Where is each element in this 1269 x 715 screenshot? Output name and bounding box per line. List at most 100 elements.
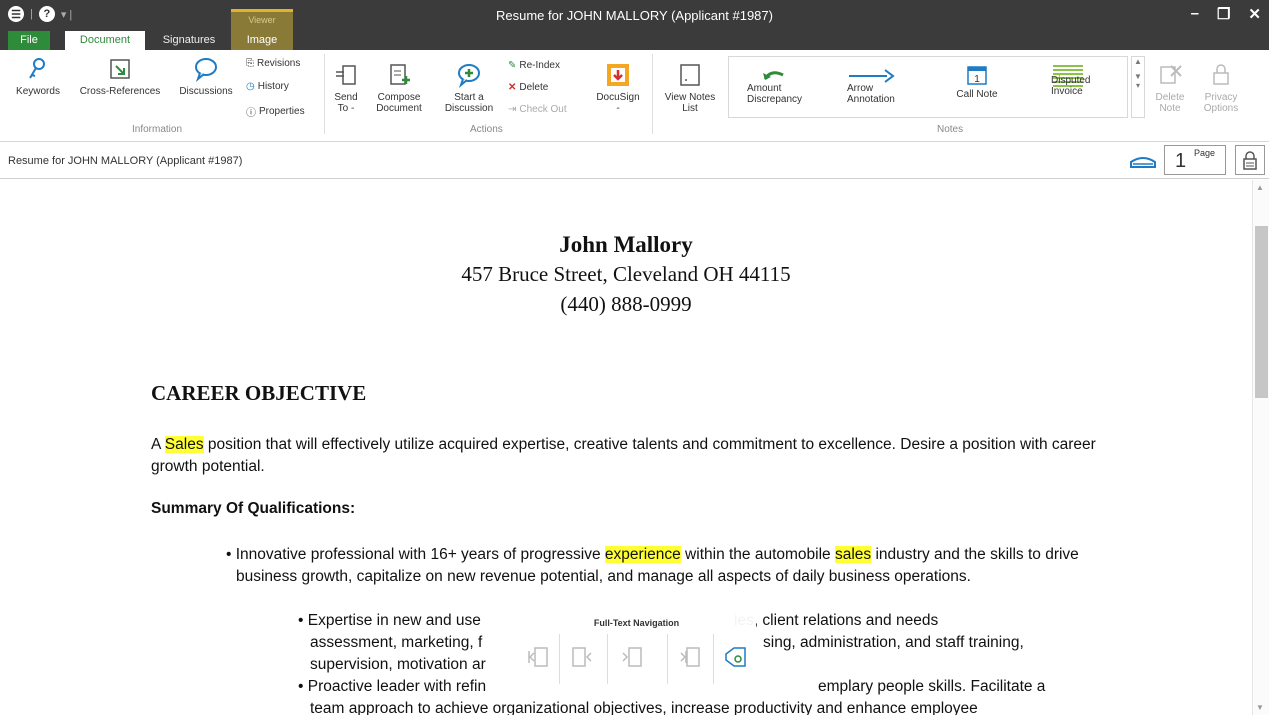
- docusign-dropdown[interactable]: -: [616, 103, 619, 114]
- arrow-annotation-label-2: Annotation: [847, 94, 895, 105]
- previous-hit-icon: [572, 647, 592, 667]
- tab-document[interactable]: Document: [65, 31, 145, 50]
- clock-icon: ◷: [246, 81, 255, 92]
- gallery-down-icon[interactable]: ▼: [1132, 72, 1144, 81]
- discussions-button[interactable]: Discussions: [174, 56, 238, 97]
- disputed-invoice-label-1: Disputed: [1051, 75, 1091, 86]
- close-button[interactable]: ✕: [1248, 5, 1261, 23]
- full-text-navigation-title: Full-Text Navigation: [593, 618, 680, 628]
- scroll-up-icon[interactable]: ▲: [1256, 183, 1264, 192]
- start-discussion-label-2: Discussion: [444, 103, 494, 114]
- applicant-phone: (440) 888-0999: [560, 292, 692, 316]
- first-hit-button[interactable]: [521, 638, 555, 678]
- check-out-icon: ⇥: [508, 104, 517, 115]
- gallery-scroll[interactable]: ▲ ▼ ▾: [1131, 56, 1145, 118]
- delete-button[interactable]: ✕ Delete: [508, 82, 548, 93]
- viewer-context-header: Viewer: [231, 9, 293, 31]
- padlock-icon: [1243, 151, 1257, 170]
- career-objective-text: A Sales position that will effectively u…: [151, 434, 1101, 478]
- go-to-hit-button[interactable]: [719, 638, 753, 678]
- bullet-text: ies, client relations and needs: [734, 612, 939, 629]
- minimize-button[interactable]: –: [1191, 5, 1199, 23]
- history-button[interactable]: ◷ History: [246, 81, 289, 92]
- info-icon: ⓘ: [246, 108, 256, 119]
- full-text-navigation-toolbar: Full-Text Navigation: [517, 610, 756, 685]
- restore-button[interactable]: ❐: [1217, 5, 1230, 23]
- delete-label: Delete: [519, 82, 549, 93]
- amount-discrepancy-label-2: Discrepancy: [747, 94, 803, 105]
- call-note-label: Call Note: [956, 89, 998, 100]
- bullet-text: sing, administration, and staff training…: [763, 634, 1024, 651]
- vertical-scrollbar[interactable]: ▲ ▼: [1252, 180, 1269, 715]
- notes-list-icon: [680, 64, 700, 86]
- objective-text-pre: A: [151, 436, 165, 453]
- first-hit-icon: [528, 647, 548, 667]
- docusign-icon: [607, 64, 629, 86]
- delete-note-button[interactable]: Delete Note: [1150, 62, 1190, 114]
- cross-reference-icon: [110, 59, 130, 79]
- arrow-annotation-label-1: Arrow: [847, 83, 874, 94]
- delete-note-icon: [1160, 65, 1182, 84]
- notes-group-label: Notes: [937, 124, 964, 135]
- start-discussion-button[interactable]: Start a Discussion: [438, 62, 500, 114]
- page-number: 1: [1175, 150, 1187, 172]
- tab-file[interactable]: File: [8, 31, 50, 50]
- page-indicator[interactable]: 1 Page: [1164, 145, 1226, 175]
- send-to-button[interactable]: Send To -: [328, 62, 364, 114]
- compose-document-label-2: Document: [376, 103, 422, 114]
- tag-target-icon: [725, 647, 746, 667]
- calendar-icon: 1: [967, 66, 987, 85]
- group-separator: [324, 54, 325, 134]
- properties-label: Properties: [259, 106, 305, 117]
- lock-button[interactable]: [1235, 145, 1265, 175]
- bullet-text: emplary people skills. Facilitate a: [818, 678, 1046, 695]
- history-label: History: [257, 81, 289, 92]
- window-title: Resume for JOHN MALLORY (Applicant #1987…: [496, 8, 773, 23]
- scroll-down-icon[interactable]: ▼: [1256, 703, 1264, 712]
- tab-image[interactable]: Image: [231, 31, 293, 50]
- revisions-icon: ⎘: [246, 58, 254, 69]
- last-hit-button[interactable]: [673, 638, 707, 678]
- check-out-button[interactable]: ⇥ Check Out: [508, 104, 567, 115]
- bullet-text: • Innovative professional with 16+ years…: [226, 546, 605, 563]
- tab-signatures[interactable]: Signatures: [150, 31, 228, 50]
- information-group-label: Information: [132, 124, 183, 135]
- ribbon-tab-strip: File Document Signatures Image: [0, 31, 1269, 50]
- gallery-more-icon[interactable]: ▾: [1132, 81, 1144, 90]
- gallery-up-icon[interactable]: ▲: [1132, 57, 1144, 66]
- scroll-thumb[interactable]: [1255, 226, 1268, 398]
- title-bar: ☰ | ? ▾ | Resume for JOHN MALLORY (Appli…: [0, 0, 1269, 31]
- start-discussion-label-1: Start a: [454, 92, 484, 103]
- compose-document-button[interactable]: Compose Document: [368, 62, 430, 114]
- docusign-button[interactable]: DocuSign -: [592, 62, 644, 114]
- add-discussion-icon: [458, 64, 480, 88]
- next-hit-button[interactable]: [615, 638, 649, 678]
- send-to-label-2: To -: [337, 103, 355, 114]
- re-index-button[interactable]: ✎ Re-Index: [508, 60, 560, 71]
- disputed-invoice-note[interactable]: Disputed Invoice: [1051, 65, 1090, 97]
- view-notes-list-button[interactable]: View Notes List: [658, 62, 722, 114]
- curved-arrow-icon: [763, 71, 784, 80]
- properties-button[interactable]: ⓘ Properties: [246, 104, 305, 119]
- call-note[interactable]: 1 Call Note: [951, 63, 1003, 100]
- separator: [607, 634, 608, 684]
- revisions-label: Revisions: [257, 58, 301, 69]
- amount-discrepancy-note[interactable]: Amount Discrepancy: [747, 67, 802, 105]
- bullet-text: within the automobile: [680, 546, 835, 563]
- previous-hit-button[interactable]: [565, 638, 599, 678]
- notes-gallery: Amount Discrepancy Arrow Annotation 1 Ca…: [728, 56, 1128, 118]
- delete-icon: ✕: [508, 82, 517, 93]
- disputed-invoice-label-2: Invoice: [1051, 86, 1083, 97]
- arrow-annotation-note[interactable]: Arrow Annotation: [847, 67, 895, 105]
- cross-references-button[interactable]: Cross-References: [74, 56, 166, 97]
- discussions-label: Discussions: [179, 86, 233, 97]
- applicant-name: John Mallory: [559, 232, 693, 257]
- document-viewer[interactable]: John Mallory 457 Bruce Street, Cleveland…: [0, 180, 1252, 715]
- keywords-label: Keywords: [16, 86, 60, 97]
- re-index-icon: ✎: [508, 60, 517, 71]
- privacy-options-label-2: Options: [1203, 103, 1239, 114]
- privacy-options-button[interactable]: Privacy Options: [1196, 62, 1246, 114]
- keywords-button[interactable]: Keywords: [10, 56, 66, 97]
- scanner-icon[interactable]: [1128, 152, 1158, 170]
- revisions-button[interactable]: ⎘ Revisions: [246, 58, 300, 69]
